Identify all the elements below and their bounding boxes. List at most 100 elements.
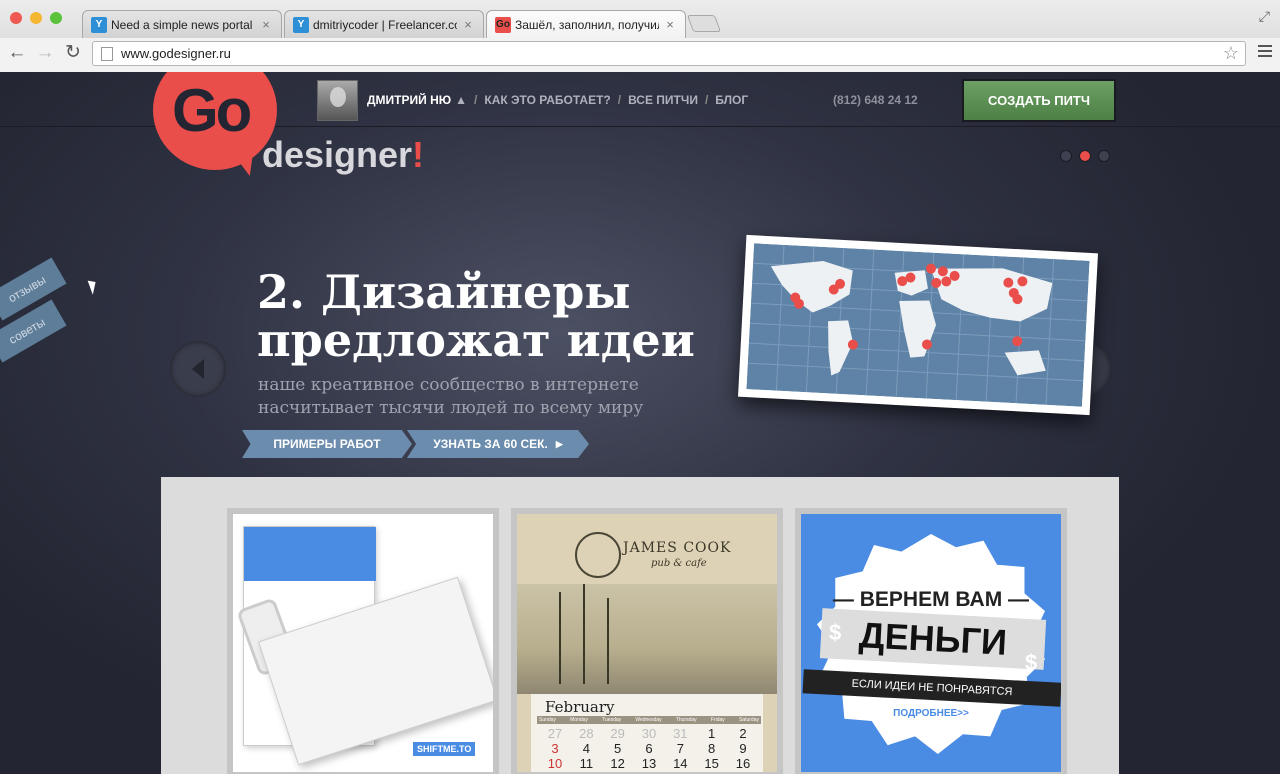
- headline-line-1: 2. Дизайнеры: [257, 265, 631, 319]
- seal-logo: [575, 532, 621, 578]
- examples-button[interactable]: ПРИМЕРЫ РАБОТ: [242, 430, 412, 458]
- tab-title: dmitriycoder | Freelancer.co: [313, 17, 457, 32]
- nav-blog[interactable]: БЛОГ: [715, 93, 748, 107]
- calendar-day: 10: [547, 756, 563, 771]
- calendar-weekdays: Sunday Monday Tuesday Wednesday Thursday…: [537, 716, 761, 724]
- world-map-icon: [746, 243, 1090, 407]
- calendar-day: 15: [704, 756, 719, 771]
- weekday: Saturday: [738, 717, 759, 723]
- new-tab-button[interactable]: [686, 15, 722, 32]
- calendar-day: 30: [641, 726, 657, 741]
- browser-toolbar: ← → ↻ www.godesigner.ru ☆: [0, 38, 1280, 72]
- address-bar[interactable]: www.godesigner.ru ☆: [92, 41, 1246, 66]
- weekday: Thursday: [675, 717, 697, 723]
- back-icon[interactable]: ←: [6, 42, 28, 64]
- nav-all-pitches[interactable]: ВСЕ ПИТЧИ: [628, 93, 698, 107]
- james-cook-subtitle: pub & cafe: [651, 558, 707, 569]
- tab-close-icon[interactable]: ×: [461, 17, 475, 32]
- calendar-day: 13: [641, 756, 657, 771]
- headline-line-2: предложат идеи: [257, 313, 695, 367]
- slider-dot-active[interactable]: [1079, 150, 1091, 162]
- tab-close-icon[interactable]: ×: [663, 17, 677, 32]
- page-icon: [101, 46, 113, 61]
- slider-prev-button[interactable]: [170, 341, 226, 397]
- slide-headline: 2. Дизайнеры предложат идеи: [257, 268, 695, 364]
- calendar-day: 16: [735, 756, 751, 771]
- portfolio-card-money-back[interactable]: — ВЕРНЕМ ВАМ — ДЕНЬГИ $ $ ЕСЛИ ИДЕИ НЕ П…: [795, 508, 1067, 774]
- tab-title: Need a simple news portal in: [111, 17, 255, 32]
- slide-subtitle: наше креативное сообщество в интернете н…: [258, 374, 643, 420]
- create-pitch-button[interactable]: СОЗДАТЬ ПИТЧ: [962, 79, 1116, 122]
- minimize-window-button[interactable]: [30, 12, 42, 24]
- calendar-day: 3: [551, 741, 559, 756]
- calendar-day: 12: [610, 756, 625, 771]
- browser-tab-1[interactable]: Y Need a simple news portal in ×: [82, 10, 282, 38]
- learn-label: УЗНАТЬ ЗА 60 СЕК.: [433, 437, 548, 451]
- nav-separator: /: [704, 93, 709, 107]
- dollar-icon: $: [829, 620, 842, 645]
- user-menu-link[interactable]: ДМИТРИЙ НЮ: [367, 93, 451, 107]
- zoom-window-button[interactable]: [50, 12, 62, 24]
- mouse-cursor-icon: [87, 278, 100, 295]
- logo-word: designer: [262, 134, 413, 175]
- weekday: Wednesday: [635, 717, 662, 723]
- caret-up-icon[interactable]: ▲: [455, 93, 467, 107]
- weekday: Sunday: [539, 717, 556, 723]
- freelancer-icon: Y: [91, 16, 107, 33]
- logo-go-text: Go: [172, 77, 252, 144]
- bookmark-star-icon[interactable]: ☆: [1223, 43, 1239, 64]
- portfolio-card-shiftme[interactable]: SHIFTME.TO: [227, 508, 499, 774]
- slider-dot[interactable]: [1060, 150, 1072, 162]
- calendar-month: February: [545, 698, 615, 716]
- ship-engraving-image: [517, 584, 777, 694]
- world-map-illustration: [738, 234, 1098, 416]
- freelancer-icon: Y: [293, 16, 309, 33]
- calendar-day: 14: [673, 756, 688, 771]
- calendar-day: 29: [610, 726, 625, 741]
- portfolio-gallery: SHIFTME.TO JAMES COOK pub & cafe Februar…: [161, 477, 1119, 774]
- calendar-day: 7: [676, 741, 684, 756]
- slider-dot[interactable]: [1098, 150, 1110, 162]
- calendar-day: 8: [708, 741, 716, 756]
- browser-tab-3[interactable]: Go Зашёл, заполнил, получил. ×: [486, 10, 686, 38]
- godesigner-icon: Go: [495, 16, 511, 33]
- fullscreen-icon[interactable]: ⤢: [1259, 8, 1270, 25]
- browser-chrome: Y Need a simple news portal in × Y dmitr…: [0, 0, 1280, 72]
- logo-tail: [220, 142, 254, 176]
- window-controls: [10, 12, 62, 24]
- more-link[interactable]: ПОДРОБНЕЕ>>: [801, 708, 1061, 719]
- calendar-week: 10 11 12 13 14 15 16: [537, 756, 761, 771]
- logo-bang: !: [412, 134, 425, 175]
- learn-60-sec-button[interactable]: УЗНАТЬ ЗА 60 СЕК. ▶: [407, 430, 589, 458]
- calendar-day: 5: [614, 741, 622, 756]
- nav-separator: /: [474, 93, 478, 107]
- nav-how-it-works[interactable]: КАК ЭТО РАБОТАЕТ?: [484, 93, 610, 107]
- close-window-button[interactable]: [10, 12, 22, 24]
- calendar-day: 2: [739, 726, 747, 741]
- browser-menu-icon[interactable]: [1258, 45, 1272, 57]
- subtitle-line-2: насчитывает тысячи людей по всему миру: [258, 398, 644, 418]
- calendar-week: 27 28 29 30 31 1 2: [537, 726, 761, 741]
- reload-icon[interactable]: ↻: [62, 42, 84, 64]
- calendar-grid: 27 28 29 30 31 1 2 3 4 5 6 7 8 9 10 11 1…: [537, 726, 761, 771]
- forward-icon[interactable]: →: [34, 42, 56, 64]
- dollar-icon: $: [1025, 650, 1038, 675]
- logo-designer-text[interactable]: designer!: [262, 134, 424, 176]
- subtitle-line-1: наше креативное сообщество в интернете: [258, 375, 639, 395]
- calendar-day: 1: [708, 726, 716, 741]
- calendar-day: 4: [582, 741, 590, 756]
- weekday: Tuesday: [602, 717, 622, 723]
- weekday: Monday: [570, 717, 588, 723]
- tab-title: Зашёл, заполнил, получил.: [515, 17, 659, 32]
- arrow-left-icon: [192, 359, 204, 379]
- calendar-day: 31: [673, 726, 688, 741]
- avatar[interactable]: [317, 80, 358, 121]
- tab-close-icon[interactable]: ×: [259, 17, 273, 32]
- browser-tab-2[interactable]: Y dmitriycoder | Freelancer.co ×: [284, 10, 484, 38]
- nav-separator: /: [617, 93, 622, 107]
- calendar-day: 27: [547, 726, 563, 741]
- portfolio-card-james-cook[interactable]: JAMES COOK pub & cafe February Sunday Mo…: [511, 508, 783, 774]
- james-cook-title: JAMES COOK: [623, 540, 732, 556]
- site-page: Go designer! ДМИТРИЙ НЮ ▲ / КАК ЭТО РАБО…: [0, 72, 1280, 774]
- url-text: www.godesigner.ru: [121, 46, 231, 61]
